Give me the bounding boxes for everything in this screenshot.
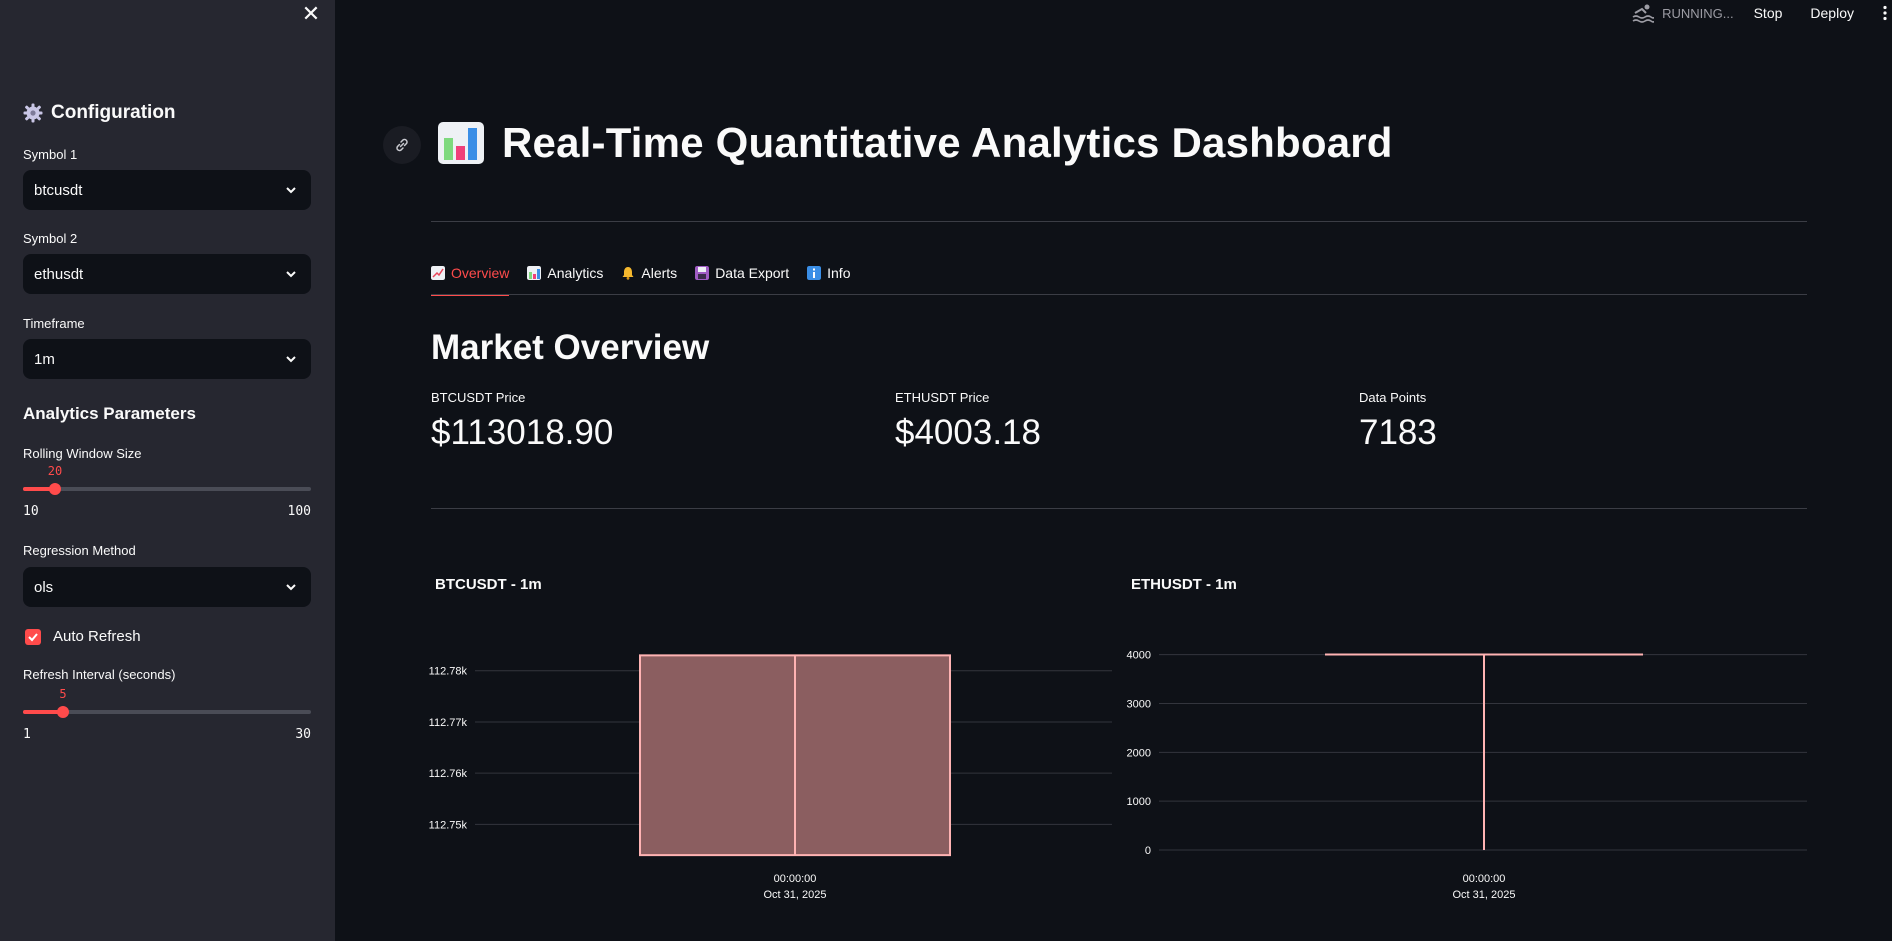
slider-min: 10	[23, 504, 39, 519]
sidebar: ✕ Configuration Symbol 1 btcusdt Symbol …	[0, 0, 335, 941]
x-tick-label: Oct 31, 2025	[1453, 889, 1516, 901]
chart-title-ethusdt: ETHUSDT - 1m	[1131, 576, 1237, 593]
y-tick-label: 1000	[1127, 796, 1151, 808]
chart-increasing-icon	[431, 266, 445, 280]
metric-value: $113018.90	[431, 413, 614, 452]
btcusdt-candlestick-chart[interactable]: 112.75k 112.76k 112.77k 112.78k 00:00:00 Oct …	[420, 620, 1120, 910]
metric-ethusdt-price: ETHUSDT Price $4003.18	[895, 390, 1041, 453]
y-tick-label: 112.75k	[429, 819, 468, 831]
tab-info-label: Info	[827, 265, 851, 281]
page-title-row: Real-Time Quantitative Analytics Dashboa…	[436, 118, 1393, 168]
slider-value: 20	[47, 464, 63, 478]
rolling-window-slider[interactable]: 20	[23, 464, 311, 500]
divider	[431, 508, 1807, 509]
info-icon	[807, 266, 822, 280]
bar-chart-icon	[527, 266, 542, 280]
tab-bar: Overview Analytics Alerts Data Export In…	[431, 262, 850, 296]
slider-value: 5	[59, 687, 67, 701]
y-tick-label: 4000	[1127, 650, 1151, 662]
tab-analytics-label: Analytics	[547, 265, 604, 281]
metric-data-points: Data Points 7183	[1359, 390, 1437, 453]
gear-icon	[23, 103, 43, 123]
tab-overview-label: Overview	[451, 265, 510, 281]
metric-label: BTCUSDT Price	[431, 390, 526, 405]
deploy-button[interactable]: Deploy	[1810, 5, 1854, 21]
swimmer-icon	[1632, 4, 1655, 23]
y-tick-label: 2000	[1127, 747, 1151, 759]
y-tick-label: 0	[1145, 845, 1151, 857]
metric-btcusdt-price: BTCUSDT Price $113018.90	[431, 390, 613, 453]
symbol2-label: Symbol 2	[23, 231, 78, 246]
header-toolbar: RUNNING... Stop Deploy	[1632, 0, 1892, 26]
chart-title-btcusdt: BTCUSDT - 1m	[435, 576, 542, 593]
tab-data-export-label: Data Export	[715, 265, 790, 281]
x-tick-label: 00:00:00	[1463, 873, 1506, 885]
refresh-interval-label: Refresh Interval (seconds)	[23, 667, 176, 682]
symbol1-value: btcusdt	[34, 181, 83, 199]
x-tick-label: 00:00:00	[774, 873, 817, 885]
timeframe-value: 1m	[34, 350, 55, 368]
checkbox-checked-icon	[25, 628, 41, 645]
regression-label: Regression Method	[23, 543, 136, 558]
running-status-text: RUNNING...	[1662, 5, 1734, 21]
rolling-window-label: Rolling Window Size	[23, 446, 142, 461]
section-title: Market Overview	[431, 328, 710, 367]
chevron-down-icon	[286, 187, 296, 194]
slider-max: 100	[287, 504, 311, 519]
tab-alerts-label: Alerts	[641, 265, 678, 281]
stop-button[interactable]: Stop	[1754, 5, 1783, 21]
chevron-down-icon	[286, 584, 296, 591]
symbol2-value: ethusdt	[34, 265, 84, 283]
symbol1-label: Symbol 1	[23, 147, 78, 162]
auto-refresh-label: Auto Refresh	[53, 628, 141, 645]
slider-min: 1	[23, 727, 31, 742]
tab-analytics[interactable]: Analytics	[527, 262, 603, 295]
close-icon[interactable]: ✕	[300, 2, 322, 26]
configuration-heading: Configuration	[23, 102, 176, 124]
y-tick-label: 3000	[1127, 698, 1151, 710]
running-status: RUNNING...	[1632, 3, 1734, 23]
refresh-interval-slider[interactable]: 5	[23, 687, 311, 723]
symbol2-select[interactable]: ethusdt	[23, 254, 311, 294]
divider	[431, 221, 1807, 222]
chevron-down-icon	[286, 356, 296, 363]
y-tick-label: 112.76k	[429, 768, 468, 780]
slider-thumb[interactable]	[57, 706, 69, 718]
symbol1-select[interactable]: btcusdt	[23, 170, 311, 210]
tab-alerts[interactable]: Alerts	[621, 262, 677, 295]
y-tick-label: 112.77k	[429, 717, 468, 729]
timeframe-label: Timeframe	[23, 316, 85, 331]
slider-thumb[interactable]	[49, 483, 61, 495]
bar-chart-icon	[438, 122, 484, 164]
link-icon[interactable]	[383, 126, 421, 164]
regression-value: ols	[34, 578, 54, 596]
timeframe-select[interactable]: 1m	[23, 339, 311, 379]
configuration-heading-text: Configuration	[51, 102, 176, 123]
auto-refresh-checkbox[interactable]: Auto Refresh	[25, 628, 141, 645]
slider-max: 30	[295, 727, 311, 742]
regression-select[interactable]: ols	[23, 567, 311, 607]
metric-label: ETHUSDT Price	[895, 390, 990, 405]
ethusdt-candlestick-chart[interactable]: 0 1000 2000 3000 4000 00:00:00 Oct 31, 2025	[1115, 620, 1815, 910]
metric-value: 7183	[1359, 413, 1437, 452]
slider-track	[23, 487, 311, 491]
x-tick-label: Oct 31, 2025	[764, 889, 827, 901]
tab-info[interactable]: Info	[807, 262, 850, 295]
floppy-disk-icon	[695, 266, 710, 280]
metric-value: $4003.18	[895, 413, 1041, 452]
analytics-parameters-heading: Analytics Parameters	[23, 404, 196, 423]
tab-bar-divider	[431, 294, 1807, 295]
chevron-down-icon	[286, 271, 296, 278]
main-menu-icon[interactable]	[1882, 5, 1888, 21]
tab-overview[interactable]: Overview	[431, 262, 510, 296]
bell-icon	[622, 267, 634, 280]
page-title: Real-Time Quantitative Analytics Dashboa…	[502, 119, 1393, 166]
tab-data-export[interactable]: Data Export	[695, 262, 789, 295]
y-tick-label: 112.78k	[429, 666, 468, 678]
metric-label: Data Points	[1359, 390, 1427, 405]
